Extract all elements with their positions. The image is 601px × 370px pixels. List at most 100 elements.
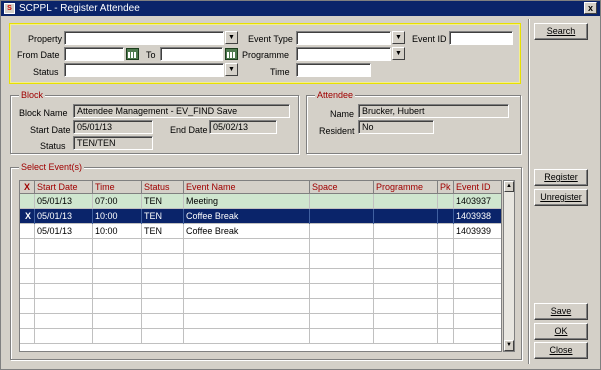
property-field[interactable] — [64, 31, 224, 45]
row-event-name: Coffee Break — [184, 224, 310, 239]
row-event-id: 1403939 — [454, 224, 501, 239]
event-id-label: Event ID — [412, 34, 447, 44]
start-date-label: Start Date — [30, 125, 71, 135]
event-type-dropdown-icon[interactable]: ▼ — [392, 31, 405, 44]
register-attendee-window: S SCPPL - Register Attendee x Property ▼… — [0, 0, 601, 370]
empty-cell — [142, 299, 184, 314]
col-header-space[interactable]: Space — [310, 181, 374, 194]
col-header-time[interactable]: Time — [93, 181, 142, 194]
empty-cell — [93, 239, 142, 254]
row-time: 10:00 — [93, 209, 142, 224]
property-label: Property — [28, 34, 63, 44]
empty-cell — [310, 269, 374, 284]
scroll-up-icon[interactable]: ▲ — [504, 181, 514, 192]
col-header-status[interactable]: Status — [142, 181, 184, 194]
register-button[interactable]: Register — [534, 169, 588, 186]
property-dropdown-icon[interactable]: ▼ — [225, 31, 238, 44]
programme-dropdown-icon[interactable]: ▼ — [392, 47, 405, 60]
row-time: 10:00 — [93, 224, 142, 239]
table-row[interactable]: 05/01/13 10:00 TEN Coffee Break 1403939 — [20, 224, 501, 239]
row-start-date: 05/01/13 — [35, 209, 93, 224]
empty-cell — [142, 329, 184, 344]
register-button-label: Register — [544, 172, 578, 182]
row-select-cell[interactable] — [20, 224, 35, 239]
programme-field[interactable] — [296, 47, 391, 61]
col-header-event-id[interactable]: Event ID — [454, 181, 501, 194]
empty-cell — [454, 299, 501, 314]
from-date-label: From Date — [17, 50, 60, 60]
row-select-cell[interactable] — [20, 194, 35, 209]
empty-cell — [310, 284, 374, 299]
to-label: To — [146, 50, 156, 60]
resident-field: No — [358, 120, 434, 134]
empty-cell — [20, 239, 35, 254]
empty-row — [20, 299, 501, 314]
row-pk — [438, 224, 454, 239]
empty-cell — [184, 299, 310, 314]
empty-cell — [454, 239, 501, 254]
end-date-field: 05/02/13 — [209, 120, 277, 134]
col-header-start-date[interactable]: Start Date — [35, 181, 93, 194]
empty-cell — [142, 314, 184, 329]
empty-cell — [20, 284, 35, 299]
empty-cell — [374, 239, 438, 254]
empty-cell — [93, 329, 142, 344]
empty-cell — [142, 254, 184, 269]
from-date-calendar-icon[interactable] — [126, 48, 139, 60]
col-header-programme[interactable]: Programme — [374, 181, 438, 194]
col-header-event-name[interactable]: Event Name — [184, 181, 310, 194]
empty-cell — [20, 299, 35, 314]
empty-cell — [310, 239, 374, 254]
status-field[interactable] — [64, 63, 224, 77]
close-button[interactable]: Close — [534, 342, 588, 359]
empty-row — [20, 314, 501, 329]
table-row[interactable]: 05/01/13 07:00 TEN Meeting 1403937 — [20, 194, 501, 209]
status-dropdown-icon[interactable]: ▼ — [225, 63, 238, 76]
time-field[interactable] — [296, 63, 371, 77]
empty-cell — [35, 284, 93, 299]
ok-button[interactable]: OK — [534, 323, 588, 340]
unregister-button[interactable]: Unregister — [534, 189, 588, 206]
time-label: Time — [270, 67, 290, 77]
row-pk — [438, 209, 454, 224]
empty-cell — [454, 329, 501, 344]
empty-row — [20, 284, 501, 299]
events-grid: X Start Date Time Status Event Name Spac… — [19, 180, 502, 352]
empty-cell — [93, 314, 142, 329]
ok-button-label: OK — [554, 326, 568, 336]
from-date-field[interactable] — [64, 47, 124, 61]
search-button[interactable]: Search — [534, 23, 588, 40]
empty-cell — [184, 239, 310, 254]
attendee-name-label: Name — [330, 109, 355, 119]
col-header-select[interactable]: X — [20, 181, 35, 194]
empty-cell — [310, 254, 374, 269]
empty-cell — [35, 299, 93, 314]
end-date-label: End Date — [170, 125, 208, 135]
table-row[interactable]: X 05/01/13 10:00 TEN Coffee Break 140393… — [20, 209, 501, 224]
empty-cell — [184, 284, 310, 299]
attendee-name-field: Brucker, Hubert — [358, 104, 509, 118]
to-date-calendar-icon[interactable] — [225, 48, 238, 60]
row-status: TEN — [142, 194, 184, 209]
row-select-cell[interactable]: X — [20, 209, 35, 224]
event-type-field[interactable] — [296, 31, 391, 45]
events-scrollbar[interactable]: ▲ ▼ — [503, 180, 515, 352]
empty-cell — [310, 299, 374, 314]
app-icon: S — [4, 3, 15, 14]
empty-cell — [454, 284, 501, 299]
col-header-pk[interactable]: Pk — [438, 181, 454, 194]
empty-cell — [438, 254, 454, 269]
scroll-down-icon[interactable]: ▼ — [504, 340, 514, 351]
row-programme — [374, 194, 438, 209]
to-date-field[interactable] — [160, 47, 223, 61]
event-id-field[interactable] — [449, 31, 513, 45]
empty-cell — [454, 269, 501, 284]
empty-cell — [93, 299, 142, 314]
save-button-label: Save — [550, 306, 572, 316]
empty-cell — [35, 239, 93, 254]
empty-cell — [35, 254, 93, 269]
empty-cell — [20, 314, 35, 329]
empty-cell — [93, 254, 142, 269]
save-button[interactable]: Save — [534, 303, 588, 320]
close-window-button[interactable]: x — [584, 2, 597, 14]
